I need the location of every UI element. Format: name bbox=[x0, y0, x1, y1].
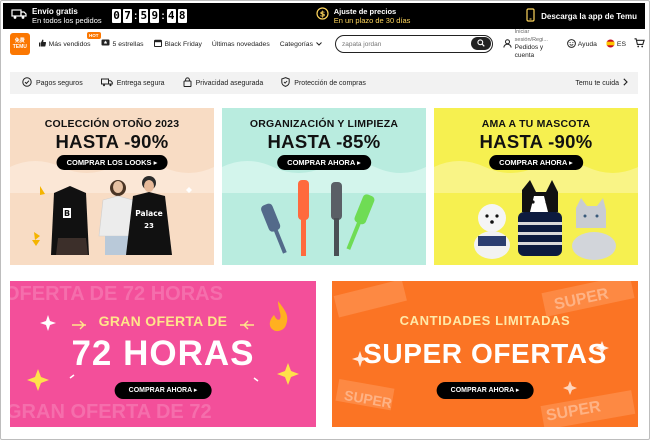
temu-logo[interactable]: 免费 TEMU bbox=[10, 33, 30, 55]
nav-label: Black Friday bbox=[164, 40, 202, 48]
promo-card-72-hours[interactable]: OFERTA DE 72 HORAS GRAN OFERTA DE 72 GRA… bbox=[10, 281, 316, 427]
nav-black-friday[interactable]: Black Friday bbox=[153, 39, 202, 49]
temu-cares-label: Temu te cuida bbox=[575, 79, 619, 87]
trust-privacy[interactable]: Privacidad asegurada bbox=[183, 77, 264, 89]
promo-card-fashion[interactable]: COLECCIÓN OTOÑO 2023 HASTA -90% COMPRAR … bbox=[10, 108, 214, 265]
spain-flag-icon bbox=[606, 39, 615, 50]
countdown-digit: 7 bbox=[123, 9, 132, 23]
nav-label: Últimas novedades bbox=[211, 40, 270, 48]
trust-purchase-protection[interactable]: Protección de compras bbox=[281, 77, 366, 89]
chevron-right-icon bbox=[623, 78, 628, 88]
trust-bar: Pagos seguros Entrega segura Privacidad … bbox=[10, 72, 638, 94]
search-icon bbox=[476, 38, 485, 49]
free-shipping-promo[interactable]: Envío gratis En todos los pedidos bbox=[11, 7, 103, 25]
main-header: 免费 TEMU Más vendidos HOT 5 estrellas Bla… bbox=[3, 29, 645, 59]
lock-icon bbox=[183, 77, 192, 89]
svg-text:23: 23 bbox=[144, 222, 154, 230]
cart-icon bbox=[634, 38, 645, 50]
trust-label: Privacidad asegurada bbox=[195, 79, 264, 87]
chevron-down-icon bbox=[316, 41, 325, 48]
price-adjust-subtitle: En un plazo de 30 días bbox=[333, 16, 411, 25]
price-adjust-promo[interactable]: $ Ajuste de precios En un plazo de 30 dí… bbox=[316, 7, 411, 25]
countdown-digit: 9 bbox=[150, 9, 160, 23]
temu-cares-link[interactable]: Temu te cuida bbox=[575, 78, 628, 88]
download-app-label: Descarga la app de Temu bbox=[541, 11, 637, 21]
flash-sale-subtitle: GRAN OFERTA DE bbox=[98, 313, 228, 329]
language-selector[interactable]: ES bbox=[606, 39, 626, 50]
promo-card-pets[interactable]: AMA A TU MASCOTA HASTA -90% COMPRAR AHOR… bbox=[434, 108, 638, 265]
cart-button[interactable] bbox=[634, 38, 645, 50]
search-bar bbox=[334, 35, 493, 53]
shield-icon bbox=[281, 77, 290, 89]
nav-five-stars[interactable]: 5 estrellas bbox=[101, 39, 144, 49]
button-label: COMPRAR AHORA bbox=[128, 387, 192, 394]
trust-label: Pagos seguros bbox=[36, 79, 83, 87]
promo-card-super-deals[interactable]: SUPER SUPER SUPER CANTIDADES LIMITADAS S… bbox=[332, 281, 638, 427]
smiley-icon bbox=[566, 38, 576, 50]
search-button[interactable] bbox=[470, 37, 491, 50]
download-app-link[interactable]: Descarga la app de Temu bbox=[526, 8, 637, 24]
language-label: ES bbox=[616, 40, 626, 48]
nav-categories[interactable]: Categorías bbox=[280, 41, 325, 48]
countdown-digit: 5 bbox=[139, 9, 149, 23]
nav-new-arrivals[interactable]: Últimas novedades bbox=[212, 41, 270, 48]
phone-icon bbox=[526, 8, 535, 24]
trust-label: Protección de compras bbox=[294, 79, 366, 87]
nav-label: Categorías bbox=[279, 40, 313, 48]
svg-text:$: $ bbox=[319, 9, 325, 18]
top-promo-banner: Envío gratis En todos los pedidos 0 7 : … bbox=[3, 3, 645, 29]
super-deals-title: SUPER OFERTAS bbox=[363, 338, 607, 369]
flash-sale-title: 72 HORAS bbox=[71, 334, 255, 373]
play-arrow-icon: ▸ bbox=[515, 387, 520, 394]
countdown-separator: : bbox=[161, 10, 165, 22]
trust-secure-delivery[interactable]: Entrega segura bbox=[100, 78, 165, 89]
trust-label: Entrega segura bbox=[116, 79, 165, 87]
nav-label: Más vendidos bbox=[48, 40, 91, 48]
account-signin-label: Iniciar sesión/Regi... bbox=[514, 29, 548, 43]
promo-card-cleaning[interactable]: ORGANIZACIÓN Y LIMPIEZA HASTA -85% COMPR… bbox=[222, 108, 426, 265]
price-adjust-title: Ajuste de precios bbox=[333, 7, 397, 16]
nav-best-sellers[interactable]: Más vendidos HOT bbox=[38, 32, 101, 49]
check-badge-icon bbox=[22, 77, 32, 89]
help-label: Ayuda bbox=[577, 40, 597, 48]
svg-text:B: B bbox=[64, 209, 70, 218]
cleaning-brushes-image bbox=[261, 180, 375, 256]
shop-now-button[interactable]: COMPRAR AHORA ▸ bbox=[436, 382, 534, 399]
user-icon bbox=[502, 38, 512, 50]
limited-subtitle: CANTIDADES LIMITADAS bbox=[399, 313, 571, 328]
svg-text:Palace: Palace bbox=[135, 209, 163, 218]
fashion-models-image: B Palace 23 bbox=[32, 176, 192, 255]
play-arrow-icon: ▸ bbox=[193, 387, 198, 394]
shipping-title: Envío gratis bbox=[32, 7, 78, 16]
countdown-digit: 4 bbox=[166, 9, 176, 23]
countdown-separator: : bbox=[134, 10, 138, 22]
search-input[interactable] bbox=[341, 40, 482, 48]
shipping-subtitle: En todos los pedidos bbox=[32, 16, 102, 25]
trust-secure-payment[interactable]: Pagos seguros bbox=[22, 77, 83, 89]
calendar-icon bbox=[153, 39, 165, 49]
account-menu[interactable]: Iniciar sesión/Regi... Pedidos y cuenta bbox=[502, 28, 558, 60]
pets-image bbox=[474, 180, 616, 260]
help-link[interactable]: Ayuda bbox=[566, 38, 597, 50]
nav-label: 5 estrellas bbox=[112, 40, 144, 48]
shop-now-button[interactable]: COMPRAR AHORA ▸ bbox=[114, 382, 212, 399]
account-orders-label: Pedidos y cuenta bbox=[514, 44, 544, 59]
star-badge-icon bbox=[101, 39, 113, 49]
logo-bottom-text: TEMU bbox=[12, 44, 27, 50]
countdown-timer: 0 7 : 5 9 : 4 8 bbox=[111, 9, 188, 23]
countdown-digit: 0 bbox=[112, 9, 121, 23]
truck-icon bbox=[100, 78, 113, 89]
thumbs-up-icon bbox=[38, 39, 49, 49]
button-label: COMPRAR AHORA bbox=[450, 387, 514, 394]
hot-badge: HOT bbox=[87, 32, 101, 39]
countdown-digit: 8 bbox=[177, 9, 187, 23]
price-tag-icon: $ bbox=[316, 7, 329, 25]
truck-icon bbox=[11, 7, 27, 25]
